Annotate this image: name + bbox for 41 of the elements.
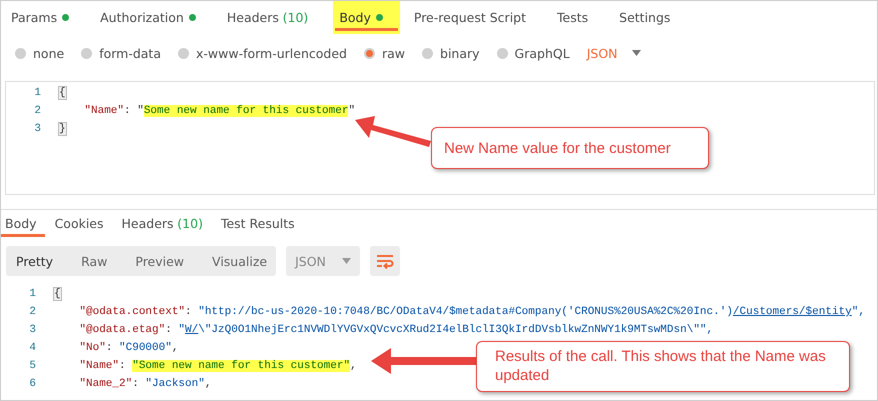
request-tab[interactable]: Tests: [551, 1, 606, 34]
code-line: "Name_2": "Jackson",: [78, 378, 212, 390]
wrap-icon: [375, 253, 395, 269]
view-mode-button[interactable]: Preview: [135, 254, 184, 268]
request-tab[interactable]: Pre-request Script: [408, 1, 544, 34]
response-tab[interactable]: Test Results: [216, 210, 299, 237]
callout: Results of the call. This shows that the Name was updated: [476, 341, 850, 392]
view-mode-button[interactable]: Visualize: [212, 254, 268, 268]
line-number: 6: [28, 378, 37, 390]
request-tab[interactable]: Authorization: [94, 1, 213, 34]
line-number: 5: [28, 360, 37, 372]
body-type-radio[interactable]: GraphQL: [496, 46, 570, 60]
code-line: "@odata.etag": "W/\"JzQ0O1NhejErc1NVWDlYVGVxQVcvcXRud2I4elBlclI3QkIrdDVsblkwZnNWY1k9MTswMDsn\"",: [78, 324, 714, 336]
body-type-radio[interactable]: none: [15, 46, 64, 60]
wrap-lines-button[interactable]: [370, 246, 400, 276]
line-number: 2: [33, 105, 42, 117]
line-number: 2: [28, 306, 37, 318]
line-number: 1: [33, 87, 42, 99]
body-type-radio[interactable]: binary: [422, 46, 480, 60]
body-type-radio[interactable]: x-www-form-urlencoded: [178, 46, 347, 60]
view-mode-button[interactable]: Raw: [81, 254, 108, 268]
line-number: 1: [28, 288, 37, 300]
body-type-radio[interactable]: raw: [364, 46, 406, 60]
line-number: 3: [28, 324, 37, 336]
code-line: "Name": "Some new name for this customer": [83, 105, 356, 117]
line-number: 3: [33, 123, 42, 135]
caret-icon: [632, 50, 641, 56]
code-line: "No": "C90000",: [78, 342, 178, 354]
response-tab[interactable]: Cookies: [50, 210, 108, 237]
request-tab[interactable]: Settings: [613, 1, 688, 34]
code-line: "Name": "Some new name for this customer",: [78, 360, 357, 372]
caret-icon: [342, 258, 351, 264]
request-tab[interactable]: Params: [5, 1, 86, 34]
request-tab[interactable]: Body: [333, 1, 400, 34]
line-number: 4: [28, 342, 37, 354]
response-tab[interactable]: Headers (10): [118, 210, 207, 237]
view-mode-button[interactable]: Pretty: [16, 254, 54, 268]
request-tab[interactable]: Headers (10): [220, 1, 326, 34]
body-type-radio[interactable]: form-data: [81, 46, 161, 60]
code-line: "@odata.context": "http://bc-us-2020-10:7048/BC/ODataV4/$metadata#Company('CRONUS%20USA%2C%20Inc.')/Customers/$entity",: [78, 306, 865, 318]
callout: New Name value for the customer: [431, 127, 709, 169]
